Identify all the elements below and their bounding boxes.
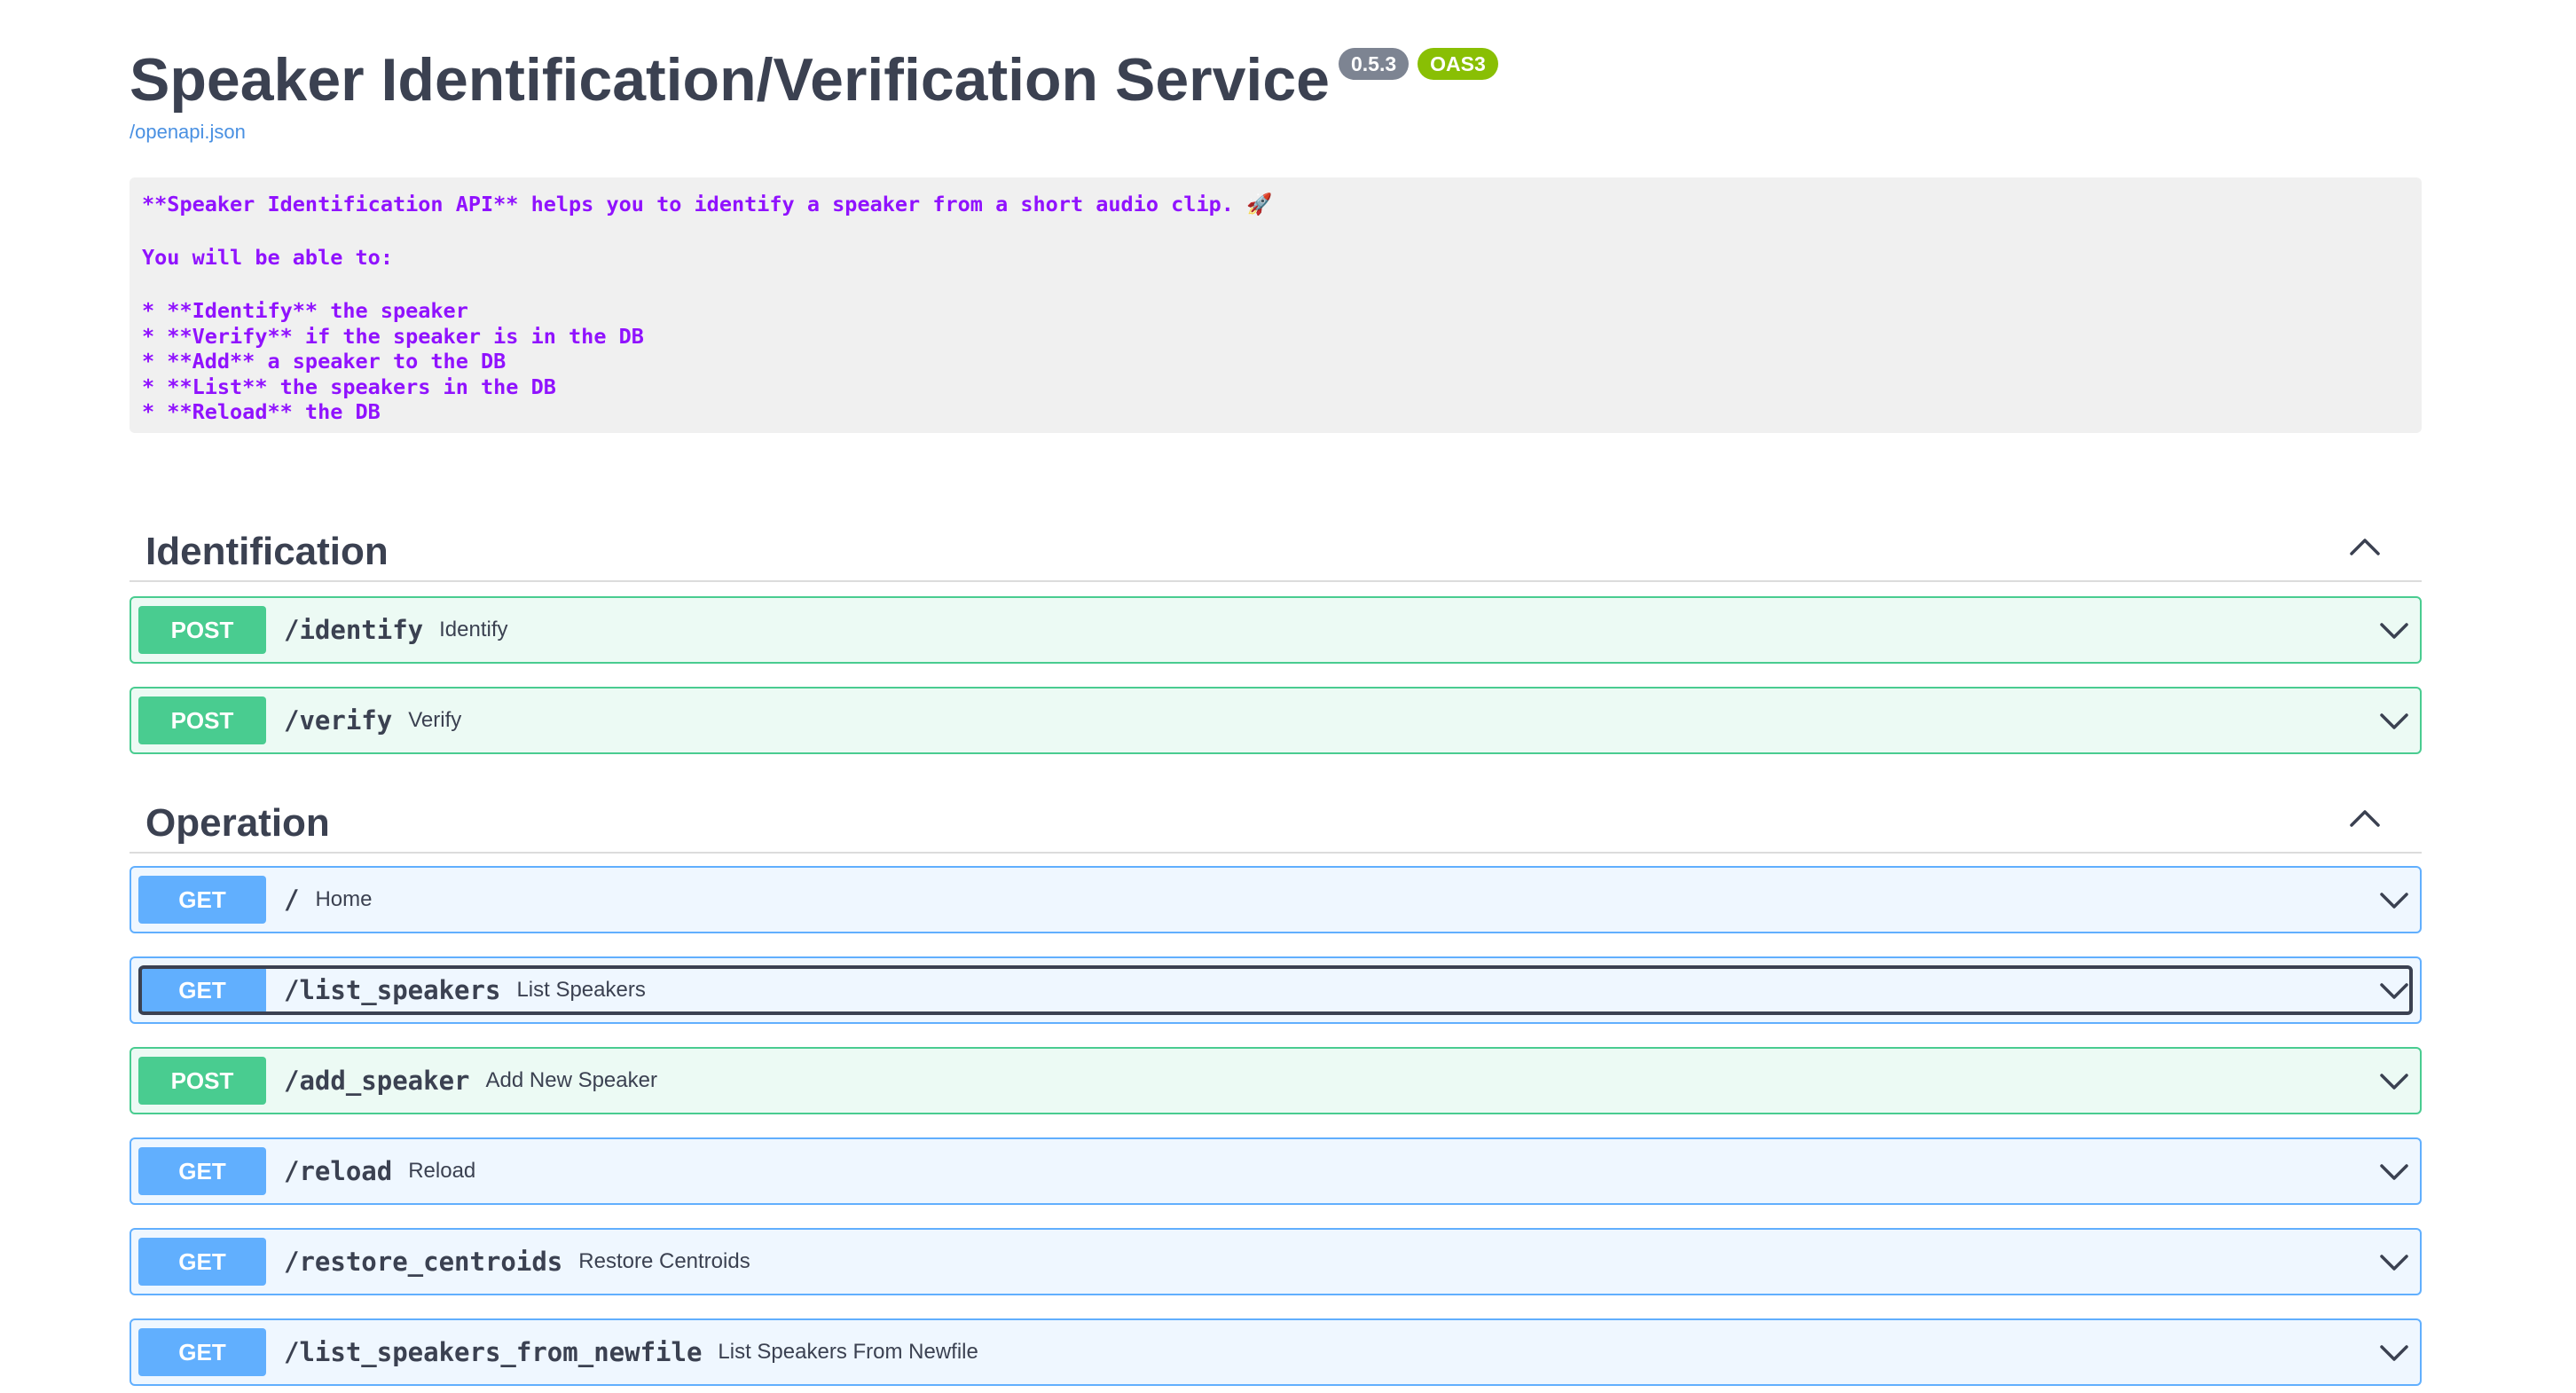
operation-summary[interactable]: GET /reload Reload	[138, 1146, 2413, 1196]
method-badge: POST	[138, 1057, 266, 1105]
api-description: **Speaker Identification API** helps you…	[130, 177, 2422, 433]
operation-summary[interactable]: POST /verify Verify	[138, 696, 2413, 745]
operation-get-restore-centroids[interactable]: GET /restore_centroids Restore Centroids	[130, 1228, 2422, 1295]
operation-path: /reload	[284, 1156, 393, 1186]
description-bullet: * **Verify** if the speaker is in the DB	[142, 323, 644, 349]
operation-post-verify[interactable]: POST /verify Verify	[130, 687, 2422, 754]
operation-get-list-speakers-from-newfile[interactable]: GET /list_speakers_from_newfile List Spe…	[130, 1318, 2422, 1386]
operation-summary[interactable]: GET /list_speakers_from_newfile List Spe…	[138, 1327, 2413, 1377]
api-info: Speaker Identification/Verification Serv…	[130, 0, 2422, 433]
chevron-down-icon[interactable]	[2379, 1072, 2409, 1091]
version-badge: 0.5.3	[1338, 48, 1410, 80]
chevron-down-icon[interactable]	[2379, 621, 2409, 641]
description-lead: You will be able to:	[142, 245, 393, 270]
description-intro: **Speaker Identification API** helps you…	[142, 192, 1273, 216]
operation-summary[interactable]: GET /restore_centroids Restore Centroids	[138, 1237, 2413, 1287]
title-row: Speaker Identification/Verification Serv…	[130, 43, 2422, 117]
tag-header-identification[interactable]: Identification	[130, 497, 2422, 582]
description-bullet: * **Reload** the DB	[142, 399, 381, 424]
tag-title: Operation	[145, 801, 330, 845]
operation-summary[interactable]: POST /identify Identify	[138, 605, 2413, 655]
operation-summary-text: List Speakers	[516, 978, 646, 1002]
operation-summary-text: Identify	[439, 618, 508, 641]
operation-summary-text: Restore Centroids	[578, 1249, 750, 1273]
operation-path: /verify	[284, 705, 393, 736]
operation-path: /restore_centroids	[284, 1247, 563, 1277]
tag-header-operation[interactable]: Operation	[130, 768, 2422, 854]
operation-path: /list_speakers_from_newfile	[284, 1337, 703, 1367]
tag-section-operation: Operation GET / Home GET /list_speakers …	[130, 768, 2422, 1386]
chevron-down-icon[interactable]	[2379, 891, 2409, 910]
openapi-json-link[interactable]: /openapi.json	[130, 121, 2422, 144]
swagger-ui: Speaker Identification/Verification Serv…	[130, 0, 2422, 1386]
operation-summary-text: List Speakers From Newfile	[718, 1340, 978, 1364]
chevron-up-icon[interactable]	[2349, 807, 2381, 829]
operation-summary[interactable]: GET /list_speakers List Speakers	[138, 965, 2413, 1015]
method-badge: GET	[138, 1328, 266, 1376]
chevron-down-icon[interactable]	[2379, 1162, 2409, 1182]
method-badge: POST	[138, 696, 266, 744]
operation-post-identify[interactable]: POST /identify Identify	[130, 596, 2422, 664]
chevron-down-icon[interactable]	[2379, 981, 2409, 1001]
tag-section-identification: Identification POST /identify Identify P…	[130, 497, 2422, 754]
method-badge: GET	[138, 966, 266, 1014]
operation-path: /	[284, 885, 300, 915]
chevron-down-icon[interactable]	[2379, 712, 2409, 731]
operation-summary[interactable]: GET / Home	[138, 875, 2413, 925]
description-bullet: * **List** the speakers in the DB	[142, 374, 556, 399]
operation-path: /identify	[284, 615, 424, 645]
chevron-down-icon[interactable]	[2379, 1343, 2409, 1363]
chevron-down-icon[interactable]	[2379, 1253, 2409, 1272]
oas-badge: OAS3	[1418, 48, 1498, 80]
method-badge: GET	[138, 876, 266, 924]
operation-path: /list_speakers	[284, 975, 501, 1005]
operation-summary-text: Add New Speaker	[485, 1068, 657, 1092]
operation-summary[interactable]: POST /add_speaker Add New Speaker	[138, 1056, 2413, 1106]
operation-summary-text: Verify	[408, 708, 462, 732]
method-badge: GET	[138, 1238, 266, 1286]
description-bullet: * **Add** a speaker to the DB	[142, 349, 507, 374]
tag-title: Identification	[145, 530, 389, 573]
method-badge: POST	[138, 606, 266, 654]
description-bullet: * **Identify** the speaker	[142, 298, 468, 323]
operation-summary-text: Home	[315, 887, 373, 911]
operation-get-reload[interactable]: GET /reload Reload	[130, 1137, 2422, 1205]
chevron-up-icon[interactable]	[2349, 536, 2381, 557]
method-badge: GET	[138, 1147, 266, 1195]
operation-path: /add_speaker	[284, 1066, 470, 1096]
operation-post-add-speaker[interactable]: POST /add_speaker Add New Speaker	[130, 1047, 2422, 1114]
operation-summary-text: Reload	[408, 1159, 476, 1183]
operation-get-list-speakers[interactable]: GET /list_speakers List Speakers	[130, 956, 2422, 1024]
operation-get-home[interactable]: GET / Home	[130, 866, 2422, 933]
page-title: Speaker Identification/Verification Serv…	[130, 46, 1330, 114]
